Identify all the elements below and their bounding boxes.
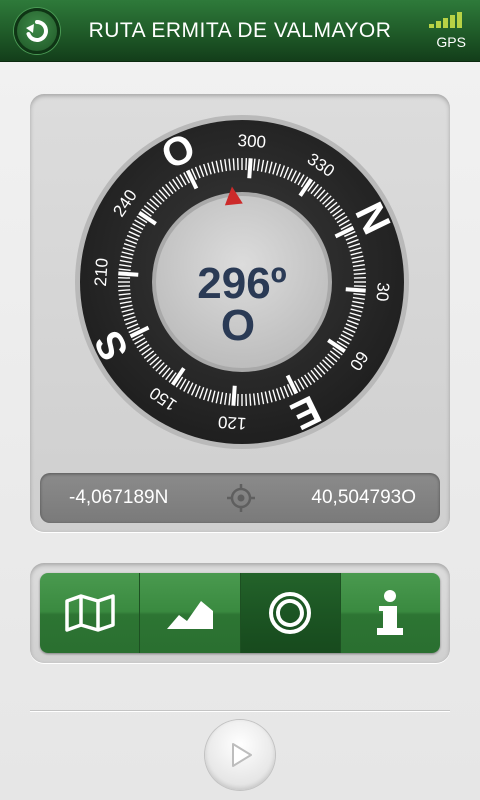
info-icon (377, 590, 404, 635)
compass-tick (232, 158, 235, 171)
back-button[interactable] (14, 8, 60, 54)
play-button[interactable] (205, 720, 275, 790)
degree-label: 30 (373, 282, 393, 302)
compass-tick (231, 385, 237, 406)
play-icon (232, 743, 252, 767)
gps-signal-icon (429, 12, 462, 28)
degree-label: 210 (91, 257, 112, 287)
compass-tick (118, 271, 139, 277)
divider (30, 710, 450, 712)
header-bar: RUTA ERMITA DE VALMAYOR GPS (0, 0, 480, 62)
compass-tick (249, 393, 252, 406)
compass-tick (345, 287, 366, 293)
page-title: RUTA ERMITA DE VALMAYOR (88, 19, 392, 42)
back-arrow-icon (26, 20, 48, 42)
elevation-profile-icon (166, 601, 213, 629)
tab-info[interactable] (340, 573, 440, 653)
tab-elevation[interactable] (140, 573, 241, 653)
degree-label: 120 (217, 412, 247, 433)
heading-direction: O (221, 301, 255, 350)
map-icon (64, 594, 115, 632)
tab-map[interactable] (40, 573, 141, 653)
coordinates-bar: -4,067189N 40,504793O (40, 473, 440, 523)
compass-tick (247, 158, 253, 179)
gps-label: GPS (436, 34, 466, 50)
latitude-value: -4,067189N (69, 487, 169, 508)
degree-label: 300 (237, 131, 267, 152)
tab-bar (40, 573, 440, 653)
crosshair-icon[interactable] (226, 483, 256, 513)
compass-tick (118, 289, 131, 292)
compass-tick (353, 272, 366, 275)
gps-status: GPS (426, 10, 466, 50)
compass-panel: N E S O 30 60 120 150 210 240 300 330 296º O (30, 94, 450, 532)
compass-icon (269, 592, 312, 634)
tab-compass[interactable] (240, 573, 341, 653)
compass-dial: NESO3060120150210240300330 296º O (75, 115, 409, 449)
longitude-value: 40,504793O (311, 487, 416, 508)
